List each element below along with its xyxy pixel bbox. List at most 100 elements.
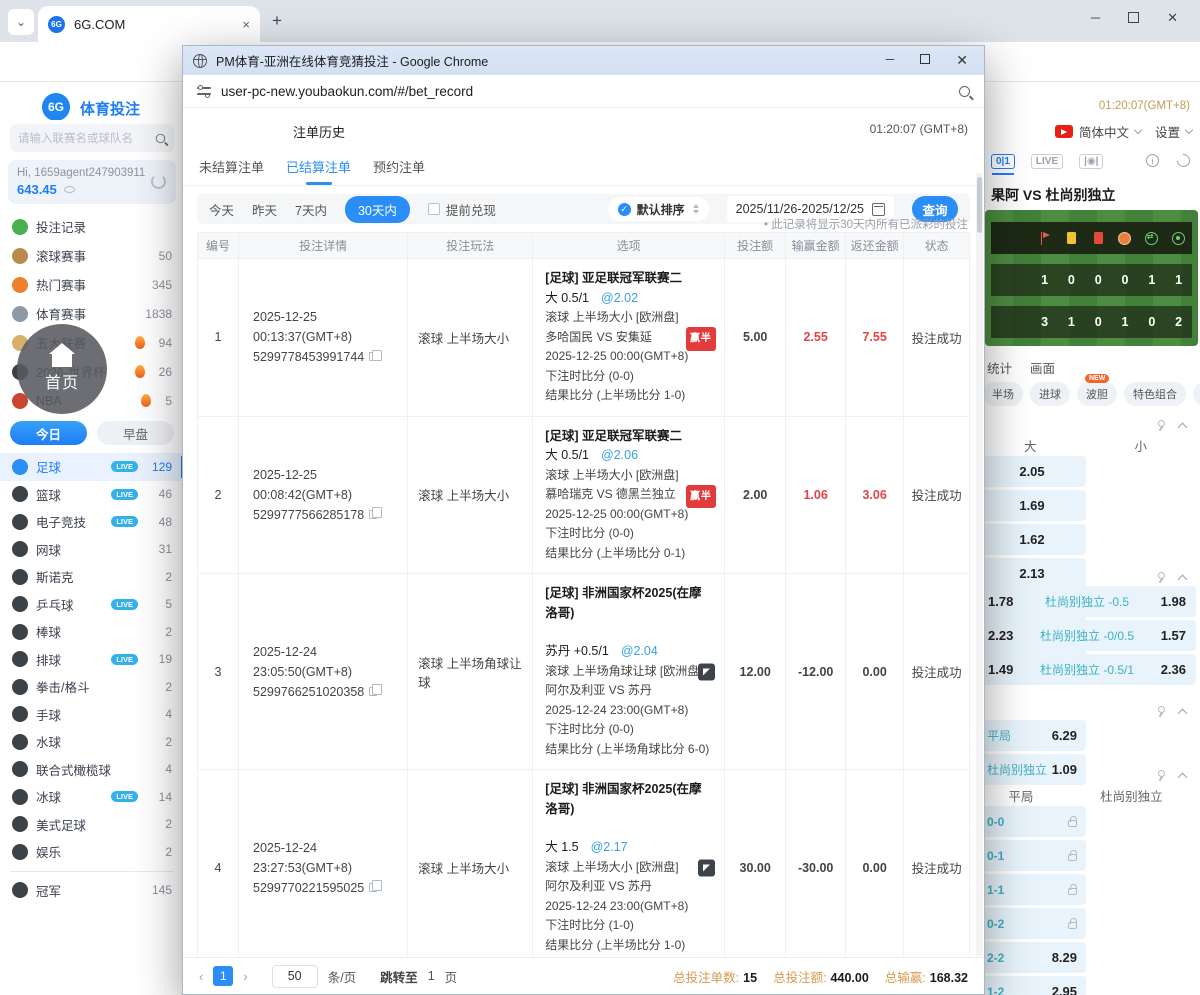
popup-close-button[interactable]: ✕ <box>956 52 968 69</box>
collapse-icon[interactable] <box>1178 574 1188 584</box>
popup-minimize-button[interactable]: ─ <box>886 52 895 69</box>
calendar-icon[interactable] <box>872 203 885 216</box>
next-page-button[interactable]: › <box>243 969 247 984</box>
odds-button[interactable]: 1.69 <box>978 490 1086 521</box>
odds-button[interactable]: 1.62 <box>978 524 1086 555</box>
refresh-icon[interactable] <box>1174 151 1192 169</box>
jump-page-input[interactable]: 1 <box>428 969 435 983</box>
sidebar-sport-网球[interactable]: 网球31 <box>0 536 184 564</box>
odds-button[interactable]: 2.05 <box>978 456 1086 487</box>
record-tab-未结算注单[interactable]: 未结算注单 <box>199 157 264 185</box>
sort-select[interactable]: ✓ 默认排序 <box>608 197 709 221</box>
sidebar-sport-棒球[interactable]: 棒球2 <box>0 618 184 646</box>
sidebar-sport-拳击/格斗[interactable]: 拳击/格斗2 <box>0 673 184 701</box>
search-icon[interactable] <box>156 133 165 142</box>
copy-icon[interactable] <box>369 687 377 696</box>
language-select[interactable]: 简体中文 <box>1079 122 1129 141</box>
browser-tab[interactable]: 6G 6G.COM × <box>38 6 260 42</box>
tab-search-button[interactable]: ⌄ <box>8 9 34 35</box>
collapse-icon[interactable] <box>1178 772 1188 782</box>
cashout-checkbox[interactable]: 提前兑现 <box>428 200 496 219</box>
sidebar-sport-冰球[interactable]: 冰球LIVE14 <box>0 783 184 811</box>
match-subtab-统计[interactable]: 统计 <box>987 358 1012 377</box>
minimize-button[interactable]: ─ <box>1091 10 1100 26</box>
copy-icon[interactable] <box>369 510 377 519</box>
copy-icon[interactable] <box>369 352 377 361</box>
correct-score-button[interactable]: 2-28.29 <box>978 942 1086 973</box>
early-market-button[interactable]: 早盘 <box>97 421 174 445</box>
sidebar-sport-排球[interactable]: 排球LIVE19 <box>0 646 184 674</box>
market-pill-进球[interactable]: 进球 <box>1030 382 1070 406</box>
popup-address-bar[interactable]: user-pc-new.youbaokun.com/#/bet_record <box>183 75 984 108</box>
pin-icon[interactable] <box>1155 572 1165 582</box>
sidebar-item-投注记录[interactable]: 投注记录 <box>0 212 184 241</box>
market-pill-半场[interactable]: 半场 <box>983 382 1023 406</box>
correct-score-button[interactable]: 0-0 <box>978 806 1086 837</box>
info-icon[interactable]: i <box>1146 154 1159 167</box>
sidebar-sport-娱乐[interactable]: 娱乐2 <box>0 838 184 866</box>
collapse-icon[interactable] <box>1178 708 1188 718</box>
market-pill-特色组合[interactable]: 特色组合 <box>1124 382 1186 406</box>
market-pill-时间[interactable]: 时间 <box>1193 382 1200 406</box>
view-tab-0|1[interactable]: 0|1 <box>991 154 1015 169</box>
handicap-odds-button[interactable]: 2.23杜尚别独立 -0/0.51.57 <box>978 620 1196 651</box>
popup-scrollbar[interactable] <box>976 173 983 956</box>
copy-icon[interactable] <box>369 883 377 892</box>
close-button[interactable]: ✕ <box>1167 10 1178 26</box>
popup-site-info-icon[interactable] <box>197 85 211 97</box>
settings-select[interactable]: 设置 <box>1155 122 1180 141</box>
home-overlay-button[interactable]: 首页 <box>17 324 107 414</box>
odds-value[interactable]: @2.02 <box>601 291 638 305</box>
range-filter-昨天[interactable]: 昨天 <box>252 200 277 219</box>
pin-icon[interactable] <box>1155 706 1165 716</box>
collapse-icon[interactable] <box>1178 422 1188 432</box>
popup-maximize-button[interactable] <box>920 54 930 64</box>
view-tab-LIVE[interactable]: LIVE <box>1031 154 1063 169</box>
today-button[interactable]: 今日 <box>10 421 87 445</box>
market-pill-波胆[interactable]: 波胆NEW <box>1077 382 1117 406</box>
sidebar-sport-手球[interactable]: 手球4 <box>0 701 184 729</box>
sidebar-item-热门赛事[interactable]: 热门赛事345 <box>0 270 184 299</box>
pin-icon[interactable] <box>1155 770 1165 780</box>
range-filter-7天内[interactable]: 7天内 <box>295 200 327 219</box>
per-page-input[interactable]: 50 <box>272 965 318 988</box>
eye-icon[interactable] <box>64 186 75 193</box>
new-tab-button[interactable]: + <box>272 11 282 31</box>
odds-value[interactable]: @2.17 <box>591 840 628 854</box>
odds-value[interactable]: @2.06 <box>601 448 638 462</box>
prev-page-button[interactable]: ‹ <box>199 969 203 984</box>
search-input[interactable]: 请输入联赛名或球队名 <box>10 124 174 152</box>
correct-score-button[interactable]: 1-22.95 <box>978 976 1086 995</box>
popup-url[interactable]: user-pc-new.youbaokun.com/#/bet_record <box>221 84 473 99</box>
result-odds-button[interactable]: 平局6.29 <box>978 720 1086 751</box>
match-subtab-画面[interactable]: 画面 <box>1030 358 1055 377</box>
tab-close-icon[interactable]: × <box>242 17 250 32</box>
sidebar-item-体育赛事[interactable]: 体育赛事1838 <box>0 299 184 328</box>
sidebar-item-滚球赛事[interactable]: 滚球赛事50 <box>0 241 184 270</box>
handicap-odds-button[interactable]: 1.49杜尚别独立 -0.5/12.36 <box>978 654 1196 685</box>
range-filter-30天内[interactable]: 30天内 <box>345 196 410 223</box>
sidebar-sport-斯诺克[interactable]: 斯诺克2 <box>0 563 184 591</box>
sidebar-sport-足球[interactable]: 足球LIVE129 <box>0 453 184 481</box>
record-tab-已结算注单[interactable]: 已结算注单 <box>286 157 351 185</box>
record-tab-预约注单[interactable]: 预约注单 <box>373 157 425 185</box>
correct-score-button[interactable]: 0-1 <box>978 840 1086 871</box>
sidebar-sport-联合式橄榄球[interactable]: 联合式橄榄球4 <box>0 756 184 784</box>
sidebar-sport-电子竞技[interactable]: 电子竞技LIVE48 <box>0 508 184 536</box>
current-page[interactable]: 1 <box>213 966 233 986</box>
handicap-odds-button[interactable]: 1.78杜尚别独立 -0.51.98 <box>978 586 1196 617</box>
maximize-button[interactable] <box>1128 12 1139 23</box>
correct-score-button[interactable]: 1-1 <box>978 874 1086 905</box>
refresh-balance-icon[interactable] <box>151 174 166 189</box>
sidebar-sport-美式足球[interactable]: 美式足球2 <box>0 811 184 839</box>
sidebar-sport-水球[interactable]: 水球2 <box>0 728 184 756</box>
site-logo[interactable]: 6G <box>42 93 70 121</box>
range-filter-今天[interactable]: 今天 <box>209 200 234 219</box>
popup-titlebar[interactable]: PM体育-亚洲在线体育竞猜投注 - Google Chrome ─ ✕ <box>183 46 984 75</box>
sidebar-sport-乒乓球[interactable]: 乒乓球LIVE5 <box>0 591 184 619</box>
pin-icon[interactable] <box>1155 420 1165 430</box>
odds-value[interactable]: @2.04 <box>621 644 658 658</box>
correct-score-button[interactable]: 0-2 <box>978 908 1086 939</box>
popup-zoom-icon[interactable] <box>959 86 970 97</box>
checkbox-icon[interactable] <box>428 203 440 215</box>
